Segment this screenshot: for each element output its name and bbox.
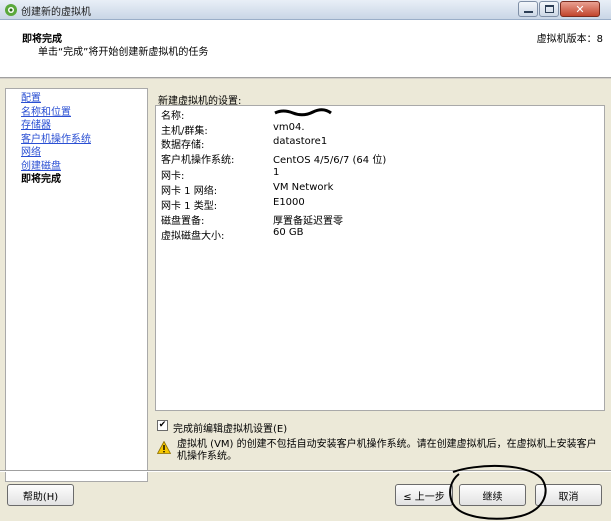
summary-row-disk-provisioning: 磁盘置备: 厚置备延迟置零 — [161, 212, 601, 227]
edit-before-finish-checkbox[interactable]: ✔ — [157, 420, 168, 431]
warning-icon — [157, 441, 171, 454]
nav-step-config[interactable]: 配置 — [6, 92, 147, 106]
footer-divider — [0, 470, 611, 472]
vm-version-label: 虚拟机版本：8 — [536, 34, 603, 45]
maximize-button[interactable] — [539, 1, 559, 17]
wizard-body: 配置 名称和位置 存储器 客户机操作系统 网络 创建磁盘 即将完成 新建虚拟机的… — [0, 79, 611, 521]
wizard-step-nav: 配置 名称和位置 存储器 客户机操作系统 网络 创建磁盘 即将完成 — [5, 88, 148, 482]
close-icon: ✕ — [575, 2, 585, 16]
nav-step-storage[interactable]: 存储器 — [6, 119, 147, 133]
summary-key: 名称: — [161, 111, 185, 122]
summary-value: vm04. — [273, 122, 305, 133]
summary-value: 1 — [273, 167, 280, 178]
nav-step-name-location[interactable]: 名称和位置 — [6, 106, 147, 120]
redacted-name-scribble — [274, 108, 332, 117]
title-bar: 创建新的虚拟机 ✕ — [0, 0, 611, 20]
summary-value: 60 GB — [273, 227, 304, 238]
summary-value: VM Network — [273, 182, 334, 193]
summary-key: 网卡 1 网络: — [161, 186, 218, 197]
nav-step-guest-os[interactable]: 客户机操作系统 — [6, 133, 147, 147]
summary-row-host: 主机/群集: vm04. — [161, 122, 601, 137]
close-button[interactable]: ✕ — [560, 1, 600, 17]
summary-row-nic1-type: 网卡 1 类型: E1000 — [161, 197, 601, 212]
guest-os-install-warning: 虚拟机 (VM) 的创建不包括自动安装客户机操作系统。请在创建虚拟机后，在虚拟机… — [177, 439, 597, 462]
minimize-icon — [523, 10, 533, 13]
checkmark-icon: ✔ — [158, 420, 167, 430]
summary-key: 客户机操作系统: — [161, 155, 235, 166]
summary-row-nic1-network: 网卡 1 网络: VM Network — [161, 182, 601, 197]
window-title: 创建新的虚拟机 — [21, 7, 91, 18]
summary-key: 数据存储: — [161, 140, 205, 151]
wizard-header: 即将完成 单击“完成”将开始创建新虚拟机的任务 虚拟机版本：8 — [0, 20, 611, 77]
summary-value: datastore1 — [273, 136, 328, 147]
summary-value: E1000 — [273, 197, 305, 208]
summary-key: 网卡: — [161, 171, 185, 182]
nav-step-network[interactable]: 网络 — [6, 146, 147, 160]
summary-row-disk-size: 虚拟磁盘大小: 60 GB — [161, 227, 601, 242]
back-button[interactable]: ≤ 上一步 — [395, 484, 453, 506]
minimize-button[interactable] — [518, 1, 538, 17]
summary-row-name: 名称: — [161, 107, 601, 122]
continue-button[interactable]: 继续 — [459, 484, 526, 506]
summary-key: 网卡 1 类型: — [161, 201, 218, 212]
summary-key: 主机/群集: — [161, 126, 208, 137]
summary-value: CentOS 4/5/6/7 (64 位) — [273, 155, 387, 166]
summary-row-guest-os: 客户机操作系统: CentOS 4/5/6/7 (64 位) — [161, 151, 601, 166]
nav-step-create-disk[interactable]: 创建磁盘 — [6, 160, 147, 174]
settings-summary-panel: 名称: 主机/群集: vm04. 数据存储: datastore1 客户机操作系… — [155, 105, 605, 411]
nav-step-ready-current: 即将完成 — [21, 174, 61, 185]
summary-row-nics: 网卡: 1 — [161, 167, 601, 182]
vsphere-app-icon — [5, 4, 17, 16]
summary-row-datastore: 数据存储: datastore1 — [161, 136, 601, 151]
maximize-icon — [544, 5, 554, 13]
cancel-button[interactable]: 取消 — [535, 484, 602, 506]
summary-value: 厚置备延迟置零 — [273, 216, 343, 227]
summary-key: 磁盘置备: — [161, 216, 205, 227]
summary-key: 虚拟磁盘大小: — [161, 231, 225, 242]
page-subtitle: 单击“完成”将开始创建新虚拟机的任务 — [38, 47, 209, 58]
edit-before-finish-label[interactable]: 完成前编辑虚拟机设置(E) — [173, 420, 287, 435]
help-button[interactable]: 帮助(H) — [7, 484, 74, 506]
